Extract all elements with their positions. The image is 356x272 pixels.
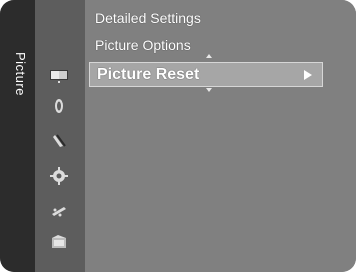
menu-item-detailed-settings[interactable]: Detailed Settings [95, 10, 201, 26]
menu-item-picture-options[interactable]: Picture Options [95, 37, 191, 53]
scroll-down-indicator [206, 88, 212, 92]
setup-icon[interactable] [48, 167, 70, 185]
right-arrow-icon [304, 70, 312, 80]
menu-item-label: Picture Reset [97, 66, 200, 83]
input-icon[interactable] [48, 202, 70, 220]
picture-icon[interactable] [48, 66, 70, 84]
channel-icon[interactable] [48, 132, 70, 150]
menu-item-picture-reset[interactable]: Picture Reset [89, 62, 323, 87]
menu-category-strip: Picture [0, 0, 35, 272]
submenu-panel: Detailed Settings Picture Options Pictur… [85, 0, 356, 272]
menu-category-label: Picture [13, 52, 28, 96]
scroll-up-indicator [206, 54, 212, 58]
menu-icon-column [35, 0, 121, 272]
application-icon[interactable] [48, 234, 70, 252]
tv-menu-frame: Picture Detailed Settings Picture Option… [0, 0, 356, 272]
sound-icon[interactable] [48, 97, 70, 115]
